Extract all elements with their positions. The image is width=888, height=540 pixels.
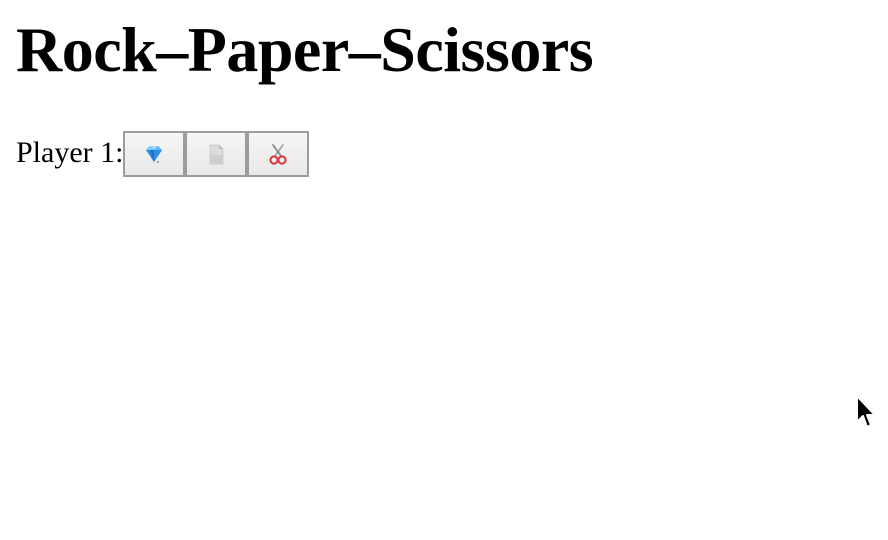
gem-icon [146,146,163,163]
scissors-icon [269,144,288,165]
mouse-pointer-icon [856,395,876,428]
scissors-button[interactable] [247,131,310,177]
page-icon [210,144,224,165]
player-1-label: Player 1: [16,136,124,169]
rock-button[interactable] [123,131,186,177]
player-1-row: Player 1: [16,131,310,177]
page-title: Rock–Paper–Scissors [16,14,594,85]
paper-button[interactable] [185,131,248,177]
